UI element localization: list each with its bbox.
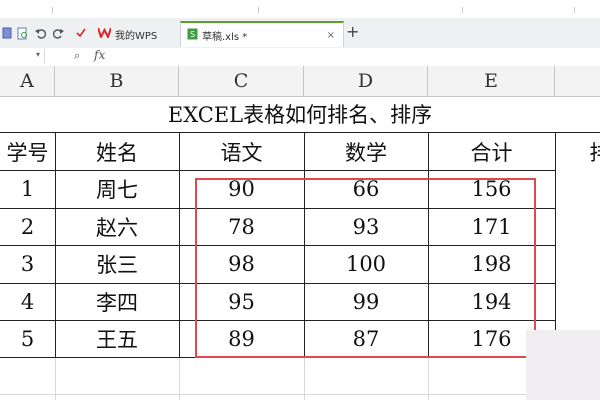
grid-line — [0, 357, 555, 358]
header-cell-name[interactable]: 姓名 — [55, 133, 179, 170]
cell-math[interactable]: 93 — [304, 208, 428, 245]
strip-tick — [258, 7, 259, 13]
svg-text:S: S — [190, 30, 195, 39]
strip-tick — [574, 7, 575, 13]
cell-student-id[interactable]: 2 — [0, 208, 55, 245]
close-tab-icon[interactable]: × — [327, 30, 335, 41]
search-icon[interactable]: ⌕ — [74, 49, 80, 63]
cell-name[interactable]: 李四 — [55, 283, 179, 320]
header-cell-chinese[interactable]: 语文 — [179, 133, 304, 170]
cell-name[interactable]: 周七 — [55, 170, 179, 208]
tab-my-wps[interactable]: 我的WPS — [92, 21, 182, 47]
header-cell-total[interactable]: 合计 — [428, 133, 555, 170]
new-tab-button[interactable]: + — [346, 24, 359, 40]
cell-name[interactable]: 张三 — [55, 245, 179, 283]
strip-tick — [462, 7, 463, 13]
column-header-c[interactable]: C — [179, 66, 304, 96]
cell-math[interactable]: 100 — [304, 245, 428, 283]
insert-function-button[interactable]: fx — [94, 48, 105, 62]
customize-toolbar-icon[interactable] — [74, 26, 88, 40]
column-header-d[interactable]: D — [304, 66, 428, 96]
cell-chinese[interactable]: 98 — [179, 245, 304, 283]
column-header-e[interactable]: E — [428, 66, 555, 96]
cell-chinese[interactable]: 95 — [179, 283, 304, 320]
tab-bar: 我的WPS S 草稿.xls * × + — [0, 18, 600, 49]
formula-bar: ▾ ⌕ fx — [0, 48, 600, 67]
header-cell-math[interactable]: 数学 — [304, 133, 428, 170]
cell-total[interactable]: 194 — [428, 283, 555, 320]
window-top-strip — [0, 0, 600, 18]
cell-math[interactable]: 66 — [304, 170, 428, 208]
column-headers: A B C D E — [0, 66, 600, 97]
header-cell-student-id[interactable]: 学号 — [0, 133, 55, 170]
redo-icon[interactable] — [52, 26, 64, 40]
formula-input[interactable] — [124, 50, 600, 63]
sheet-title-cell[interactable]: EXCEL表格如何排名、排序 — [0, 96, 600, 133]
strip-tick — [52, 7, 53, 13]
cell-total[interactable]: 198 — [428, 245, 555, 283]
cell-student-id[interactable]: 4 — [0, 283, 55, 320]
cell-chinese[interactable]: 89 — [179, 320, 304, 357]
cell-name[interactable]: 王五 — [55, 320, 179, 357]
cell-name[interactable]: 赵六 — [55, 208, 179, 245]
chevron-down-icon[interactable]: ▾ — [36, 50, 40, 59]
corner-overlay — [526, 330, 600, 400]
column-header-a[interactable]: A — [0, 66, 55, 96]
cell-student-id[interactable]: 5 — [0, 320, 55, 357]
tab-label: 草稿.xls * — [202, 31, 248, 43]
cell-math[interactable]: 99 — [304, 283, 428, 320]
header-cell-rank[interactable]: 排 — [555, 133, 600, 170]
column-header-f[interactable] — [555, 66, 600, 96]
document-preview-icon[interactable] — [16, 26, 28, 40]
spreadsheet-grid: EXCEL表格如何排名、排序 学号 姓名 语文 数学 合计 排 1 周七 90 … — [0, 96, 600, 400]
cell-total[interactable]: 171 — [428, 208, 555, 245]
cell-chinese[interactable]: 78 — [179, 208, 304, 245]
cell-student-id[interactable]: 3 — [0, 245, 55, 283]
cell-math[interactable]: 87 — [304, 320, 428, 357]
spreadsheet-file-icon: S — [187, 28, 198, 43]
tab-label: 我的WPS — [115, 30, 158, 42]
name-box[interactable]: ▾ — [0, 49, 45, 64]
tab-draft-file[interactable]: S 草稿.xls * × — [180, 21, 344, 47]
grid-line — [0, 394, 600, 395]
print-preview-icon[interactable] — [2, 26, 12, 40]
undo-icon[interactable] — [34, 26, 46, 40]
wps-logo-icon — [97, 27, 112, 41]
cell-student-id[interactable]: 1 — [0, 170, 55, 208]
cell-total[interactable]: 156 — [428, 170, 555, 208]
cell-chinese[interactable]: 90 — [179, 170, 304, 208]
column-header-b[interactable]: B — [55, 66, 179, 96]
